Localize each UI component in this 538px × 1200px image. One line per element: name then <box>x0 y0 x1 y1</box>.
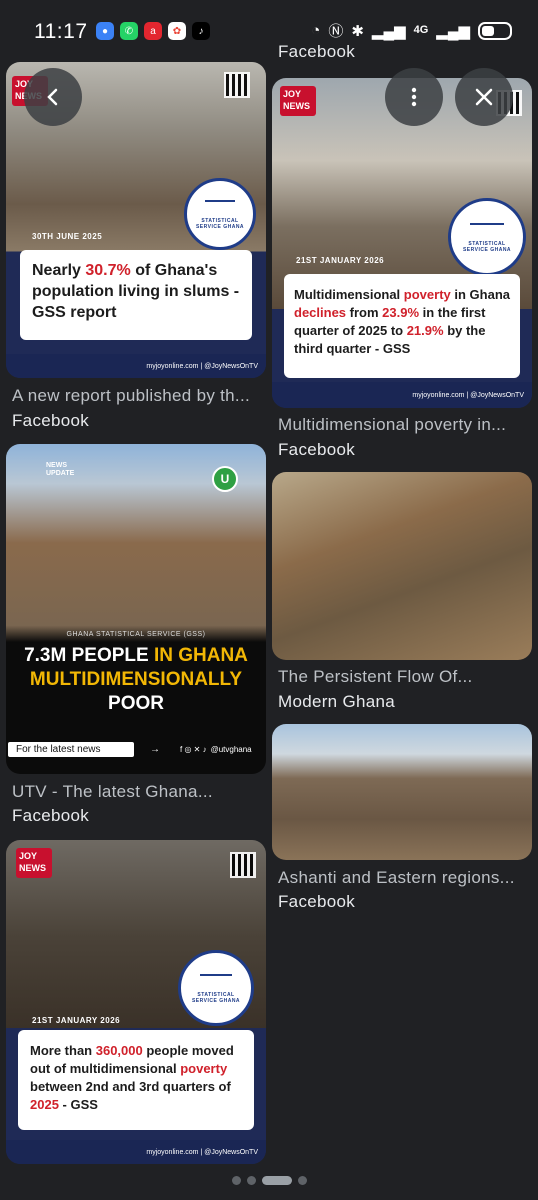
messages-icon: ● <box>96 22 114 40</box>
partial-source-label: Facebook <box>278 42 356 58</box>
headline: More than 360,000 people moved out of mu… <box>18 1030 254 1130</box>
result-title-1[interactable]: A new report published by th... <box>12 386 262 406</box>
result-source-4[interactable]: Modern Ghana <box>278 692 395 712</box>
result-title-2[interactable]: Multidimensional poverty in... <box>278 415 524 435</box>
footer-strip: myjoyonline.com | @JoyNewsOnTV <box>6 354 266 378</box>
cta-label: For the latest news <box>8 741 134 757</box>
social-icons: f ◎ ✕ ♪ <box>180 744 207 754</box>
status-bar: 11:17 ● ✆ a ✿ ♪ ◔ Ⓝ ✱ ▂▄▆ 4G ▂▄▆ <box>0 0 538 58</box>
tiktok-icon: ♪ <box>192 22 210 40</box>
notification-icons: ● ✆ a ✿ ♪ <box>96 22 210 40</box>
result-image-6[interactable]: JOY NEWS STATISTICAL SERVICE GHANA 21ST … <box>6 840 266 1164</box>
joy-news-logo: JOY NEWS <box>280 86 316 116</box>
result-image-4[interactable] <box>272 472 532 660</box>
page-dot <box>298 1176 307 1185</box>
signal-icon: ▂▄▆ <box>371 22 406 40</box>
back-button[interactable] <box>24 68 82 126</box>
result-title-5[interactable]: Ashanti and Eastern regions... <box>278 868 524 888</box>
date-tag: 21ST JANUARY 2026 <box>296 256 385 265</box>
cta-row: For the latest news → f ◎ ✕ ♪ @utvghana <box>6 740 266 758</box>
result-image-2[interactable]: JOY NEWS STATISTICAL SERVICE GHANA 21ST … <box>272 78 532 408</box>
more-options-button[interactable] <box>385 68 443 126</box>
result-source-1[interactable]: Facebook <box>12 411 89 431</box>
more-vert-icon <box>411 87 417 107</box>
back-arrow-icon <box>47 88 58 106</box>
network-type: 4G <box>413 24 429 36</box>
arrow-right-icon: → <box>150 743 160 755</box>
result-source-2[interactable]: Facebook <box>278 440 355 460</box>
gss-seal-icon: STATISTICAL SERVICE GHANA <box>184 178 256 250</box>
page-dot <box>232 1176 241 1185</box>
result-title-4[interactable]: The Persistent Flow Of... <box>278 667 524 687</box>
qr-code-icon <box>230 852 256 878</box>
battery-fill <box>482 25 494 36</box>
result-image-3[interactable]: NEWS UPDATE U GHANA STATISTICAL SERVICE … <box>6 444 266 774</box>
result-source-3[interactable]: Facebook <box>12 806 89 826</box>
gss-seal-icon: STATISTICAL SERVICE GHANA <box>448 198 526 276</box>
headline: Nearly 30.7% of Ghana's population livin… <box>20 250 252 340</box>
gss-caption: GHANA STATISTICAL SERVICE (GSS) <box>66 631 206 638</box>
photos-icon: ✿ <box>168 22 186 40</box>
page-indicator <box>232 1176 307 1185</box>
close-icon <box>475 88 493 106</box>
result-title-3[interactable]: UTV - The latest Ghana... <box>12 782 262 802</box>
footer-strip: myjoyonline.com | @JoyNewsOnTV <box>272 382 532 408</box>
page-dot-active <box>262 1176 292 1185</box>
news-update-badge: NEWS UPDATE <box>46 462 75 477</box>
joy-news-logo: JOY NEWS <box>16 848 52 878</box>
close-button[interactable] <box>455 68 513 126</box>
battery-icon <box>478 21 512 40</box>
utv-handle: @utvghana <box>210 744 252 754</box>
page-dot <box>247 1176 256 1185</box>
utv-logo-icon: U <box>212 466 238 492</box>
date-tag: 30TH JUNE 2025 <box>32 232 103 241</box>
result-source-5[interactable]: Facebook <box>278 892 355 912</box>
system-icons: ◔ Ⓝ ✱ ▂▄▆ 4G ▂▄▆ <box>311 20 512 41</box>
bluetooth-icon: ✱ <box>351 22 364 40</box>
footer-strip: myjoyonline.com | @JoyNewsOnTV <box>6 1140 266 1164</box>
gss-seal-icon: STATISTICAL SERVICE GHANA <box>178 950 254 1026</box>
nfc-icon: Ⓝ <box>328 23 344 40</box>
date-tag: 21ST JANUARY 2026 <box>32 1016 121 1025</box>
utv-headline: 7.3M PEOPLE IN GHANA MULTIDIMENSIONALLY … <box>24 645 248 714</box>
whatsapp-icon: ✆ <box>120 22 138 40</box>
qr-code-icon <box>224 72 250 98</box>
airtel-icon: a <box>144 22 162 40</box>
headline: Multidimensional poverty in Ghana declin… <box>284 274 520 378</box>
result-image-5[interactable] <box>272 724 532 860</box>
speed-icon: ◔ <box>311 22 321 39</box>
signal-icon-2: ▂▄▆ <box>436 22 470 40</box>
clock: 11:17 <box>34 20 88 43</box>
